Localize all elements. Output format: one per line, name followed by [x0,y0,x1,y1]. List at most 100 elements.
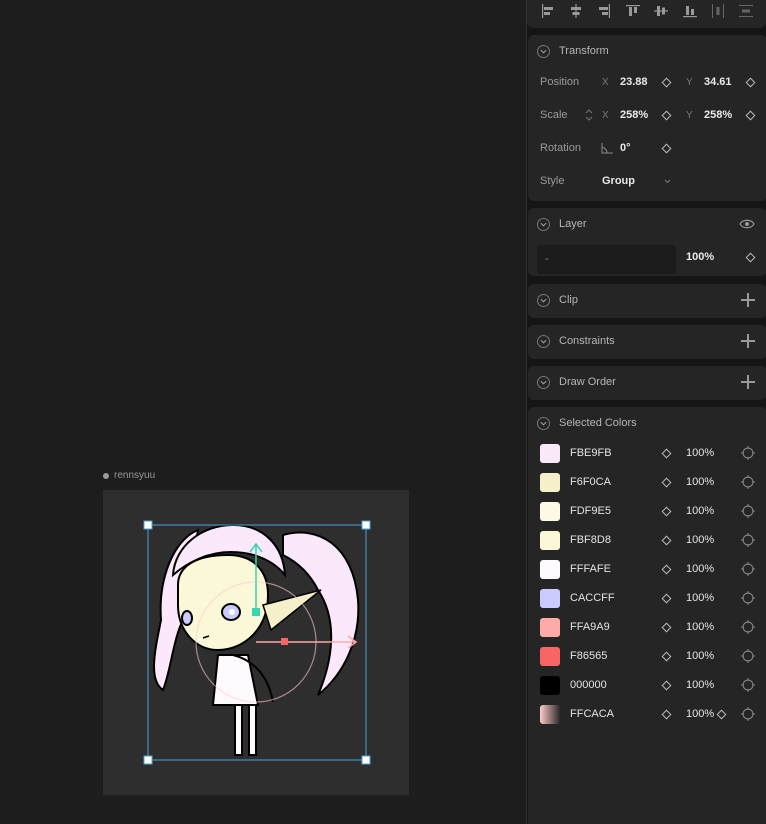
color-hex-input[interactable]: CACCFF [570,592,615,604]
color-hex-input[interactable]: FBE9FB [570,447,612,459]
color-row[interactable]: 000000 100% [528,674,766,696]
target-select-icon[interactable] [741,446,755,460]
character-artwork[interactable] [103,490,409,795]
transform-header[interactable]: Transform [528,35,766,67]
color-row[interactable]: FFA9A9 100% [528,616,766,638]
scale-x-input[interactable]: 258% [620,109,648,121]
position-x-keyframe-icon[interactable] [661,77,672,87]
scale-y-keyframe-icon[interactable] [745,110,756,120]
target-select-icon[interactable] [741,504,755,518]
scale-x-keyframe-icon[interactable] [661,110,672,120]
rotation-input[interactable]: 0° [620,142,631,154]
color-keyframe-icon[interactable] [661,564,672,574]
align-left-icon[interactable] [540,3,556,19]
color-keyframe-icon[interactable] [661,651,672,661]
color-row[interactable]: FBE9FB 100% [528,442,766,464]
color-opacity-input[interactable]: 100% [686,563,714,575]
target-select-icon[interactable] [741,533,755,547]
draw-order-header[interactable]: Draw Order [528,366,766,398]
color-row[interactable]: F6F0CA 100% [528,471,766,493]
color-hex-input[interactable]: 000000 [570,679,607,691]
align-bottom-icon[interactable] [682,3,698,19]
align-center-horizontal-icon[interactable] [568,3,584,19]
layer-header[interactable]: Layer [528,208,766,240]
color-swatch[interactable] [540,588,560,608]
position-y-input[interactable]: 34.61 [704,76,732,88]
layer-opacity-keyframe-icon[interactable] [745,252,756,263]
constraints-header[interactable]: Constraints [528,325,766,357]
gradient-keyframe-icon[interactable] [716,709,727,719]
color-swatch[interactable] [540,675,560,695]
scale-y-input[interactable]: 258% [704,109,732,121]
target-select-icon[interactable] [741,562,755,576]
color-hex-input[interactable]: F86565 [570,650,607,662]
target-select-icon[interactable] [741,649,755,663]
design-canvas[interactable]: rennsyuu [0,0,526,824]
chevron-down-icon[interactable] [664,179,671,184]
scale-link-icon[interactable] [585,109,593,121]
color-row[interactable]: FFFAFE 100% [528,558,766,580]
color-keyframe-icon[interactable] [661,593,672,603]
color-hex-input[interactable]: FFCACA [570,708,614,720]
color-keyframe-icon[interactable] [661,622,672,632]
add-constraint-plus-icon[interactable] [741,334,755,348]
color-keyframe-icon[interactable] [661,680,672,690]
color-opacity-input[interactable]: 100% [686,708,714,720]
align-top-icon[interactable] [625,3,641,19]
color-row[interactable]: FDF9E5 100% [528,500,766,522]
color-swatch[interactable] [540,617,560,637]
x-axis-scale-handle[interactable] [281,638,288,645]
color-row[interactable]: FFCACA 100% [528,703,766,725]
color-hex-input[interactable]: FFA9A9 [570,621,610,633]
rotation-keyframe-icon[interactable] [661,143,672,153]
color-opacity-input[interactable]: 100% [686,505,714,517]
resize-handle-bottom-right[interactable] [361,755,371,765]
blend-mode-select[interactable]: - [537,245,676,274]
color-opacity-input[interactable]: 100% [686,447,714,459]
color-row[interactable]: F86565 100% [528,645,766,667]
distribute-vertical-icon[interactable] [738,3,754,19]
color-opacity-input[interactable]: 100% [686,476,714,488]
artboard[interactable] [103,490,409,795]
origin-handle[interactable] [252,608,260,616]
add-clip-plus-icon[interactable] [741,293,755,307]
color-opacity-input[interactable]: 100% [686,592,714,604]
color-swatch[interactable] [540,559,560,579]
target-select-icon[interactable] [741,707,755,721]
add-draw-order-plus-icon[interactable] [741,375,755,389]
color-swatch[interactable] [540,472,560,492]
eye-icon[interactable] [739,219,755,229]
color-hex-input[interactable]: FDF9E5 [570,505,611,517]
color-keyframe-icon[interactable] [661,535,672,545]
color-row[interactable]: FBF8D8 100% [528,529,766,551]
color-keyframe-icon[interactable] [661,709,672,719]
color-hex-input[interactable]: F6F0CA [570,476,611,488]
resize-handle-bottom-left[interactable] [143,755,153,765]
color-keyframe-icon[interactable] [661,477,672,487]
selected-colors-header[interactable]: Selected Colors [528,407,766,439]
color-opacity-input[interactable]: 100% [686,621,714,633]
distribute-horizontal-icon[interactable] [710,3,726,19]
color-opacity-input[interactable]: 100% [686,650,714,662]
color-hex-input[interactable]: FBF8D8 [570,534,611,546]
color-swatch[interactable] [540,704,560,724]
color-swatch[interactable] [540,646,560,666]
color-hex-input[interactable]: FFFAFE [570,563,611,575]
position-y-keyframe-icon[interactable] [745,77,756,87]
resize-handle-top-left[interactable] [143,520,153,530]
artboard-label[interactable]: rennsyuu [103,470,155,481]
target-select-icon[interactable] [741,591,755,605]
target-select-icon[interactable] [741,620,755,634]
target-select-icon[interactable] [741,475,755,489]
color-swatch[interactable] [540,501,560,521]
color-opacity-input[interactable]: 100% [686,679,714,691]
color-swatch[interactable] [540,443,560,463]
color-keyframe-icon[interactable] [661,448,672,458]
resize-handle-top-right[interactable] [361,520,371,530]
position-x-input[interactable]: 23.88 [620,76,648,88]
target-select-icon[interactable] [741,678,755,692]
color-opacity-input[interactable]: 100% [686,534,714,546]
color-swatch[interactable] [540,530,560,550]
clip-header[interactable]: Clip [528,284,766,316]
align-right-icon[interactable] [596,3,612,19]
